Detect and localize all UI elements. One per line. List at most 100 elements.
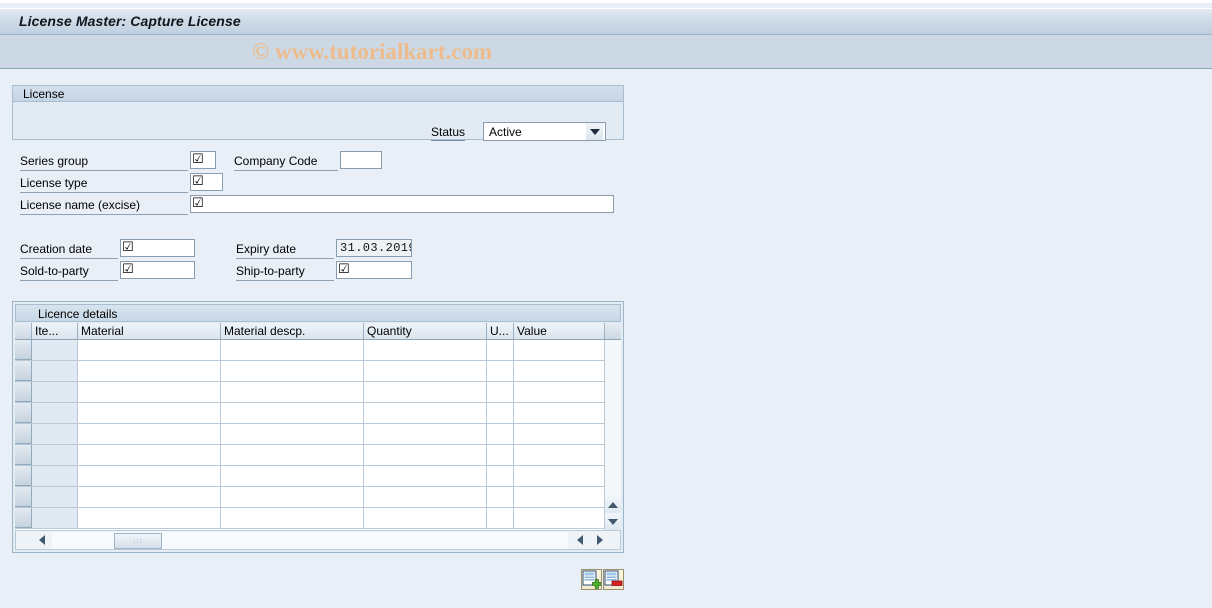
table-cell[interactable] bbox=[221, 424, 364, 444]
triangle-left-icon[interactable] bbox=[34, 532, 50, 548]
table-cell[interactable] bbox=[32, 466, 78, 486]
table-cell[interactable] bbox=[364, 340, 487, 360]
grid-column-header[interactable]: Ite... bbox=[32, 323, 78, 339]
table-cell[interactable] bbox=[32, 487, 78, 507]
ship-to-party-label: Ship-to-party bbox=[236, 263, 334, 281]
table-cell[interactable] bbox=[221, 382, 364, 402]
expiry-date-input[interactable]: 31.03.2019 bbox=[336, 239, 412, 257]
ship-to-party-input[interactable]: ☑ bbox=[336, 261, 412, 279]
table-cell[interactable] bbox=[364, 382, 487, 402]
triangle-left-icon[interactable] bbox=[572, 532, 588, 548]
table-cell[interactable] bbox=[78, 466, 221, 486]
license-name-input[interactable]: ☑ bbox=[190, 195, 614, 213]
table-cell[interactable] bbox=[32, 340, 78, 360]
table-cell[interactable] bbox=[487, 382, 514, 402]
row-selector[interactable] bbox=[15, 466, 32, 486]
sold-to-party-input[interactable]: ☑ bbox=[120, 261, 195, 279]
table-cell[interactable] bbox=[364, 445, 487, 465]
grid-column-header[interactable]: Material bbox=[78, 323, 221, 339]
grid-vertical-scrollbar[interactable] bbox=[604, 340, 621, 530]
hscroll-track[interactable]: ::: bbox=[52, 532, 568, 549]
grid-column-header[interactable]: Quantity bbox=[364, 323, 487, 339]
table-cell[interactable] bbox=[364, 466, 487, 486]
table-cell[interactable] bbox=[32, 382, 78, 402]
company-code-input[interactable] bbox=[340, 151, 382, 169]
table-row[interactable] bbox=[15, 508, 621, 529]
table-cell[interactable] bbox=[221, 487, 364, 507]
series-group-input[interactable]: ☑ bbox=[190, 151, 216, 169]
grip-dots-icon: ::: bbox=[132, 536, 144, 545]
triangle-down-icon[interactable] bbox=[605, 513, 621, 530]
status-label: Status bbox=[431, 125, 466, 141]
hscroll-thumb[interactable]: ::: bbox=[114, 533, 162, 549]
f4-help-icon: ☑ bbox=[192, 196, 204, 211]
table-cell[interactable] bbox=[221, 361, 364, 381]
table-cell[interactable] bbox=[32, 403, 78, 423]
table-cell[interactable] bbox=[487, 445, 514, 465]
table-cell[interactable] bbox=[32, 445, 78, 465]
row-selector[interactable] bbox=[15, 445, 32, 465]
table-cell[interactable] bbox=[364, 424, 487, 444]
row-selector[interactable] bbox=[15, 403, 32, 423]
grid-header-row: Ite... Material Material descp. Quantity U..… bbox=[15, 323, 621, 340]
table-row[interactable] bbox=[15, 382, 621, 403]
creation-date-input[interactable]: ☑ bbox=[120, 239, 195, 257]
row-selector[interactable] bbox=[15, 340, 32, 360]
table-cell[interactable] bbox=[487, 508, 514, 528]
table-cell[interactable] bbox=[78, 403, 221, 423]
row-selector[interactable] bbox=[15, 424, 32, 444]
table-cell[interactable] bbox=[78, 508, 221, 528]
table-cell[interactable] bbox=[487, 361, 514, 381]
grid-horizontal-scrollbar[interactable]: ::: bbox=[15, 530, 621, 550]
delete-row-button[interactable] bbox=[603, 569, 624, 590]
chevron-down-icon[interactable] bbox=[586, 123, 603, 140]
table-cell[interactable] bbox=[221, 445, 364, 465]
table-cell[interactable] bbox=[487, 340, 514, 360]
f4-help-icon: ☑ bbox=[192, 174, 204, 189]
table-cell[interactable] bbox=[78, 340, 221, 360]
grid-column-header[interactable]: Material descp. bbox=[221, 323, 364, 339]
table-cell[interactable] bbox=[78, 445, 221, 465]
table-cell[interactable] bbox=[221, 340, 364, 360]
table-cell[interactable] bbox=[364, 508, 487, 528]
table-cell[interactable] bbox=[78, 487, 221, 507]
table-cell[interactable] bbox=[78, 361, 221, 381]
table-row[interactable] bbox=[15, 424, 621, 445]
row-selector[interactable] bbox=[15, 382, 32, 402]
table-cell[interactable] bbox=[221, 508, 364, 528]
triangle-up-icon[interactable] bbox=[605, 496, 621, 513]
table-cell[interactable] bbox=[221, 403, 364, 423]
table-cell[interactable] bbox=[221, 466, 364, 486]
table-cell[interactable] bbox=[32, 424, 78, 444]
grid-select-all-corner[interactable] bbox=[15, 323, 32, 339]
table-cell[interactable] bbox=[364, 361, 487, 381]
table-cell[interactable] bbox=[364, 487, 487, 507]
table-row[interactable] bbox=[15, 361, 621, 382]
status-dropdown[interactable]: Active bbox=[483, 122, 606, 141]
licence-details-grid: Ite... Material Material descp. Quantity U..… bbox=[15, 323, 621, 530]
table-cell[interactable] bbox=[78, 382, 221, 402]
insert-row-button[interactable] bbox=[581, 569, 602, 590]
table-row[interactable] bbox=[15, 466, 621, 487]
creation-date-label: Creation date bbox=[20, 241, 118, 259]
f4-help-icon: ☑ bbox=[122, 240, 134, 255]
table-cell[interactable] bbox=[487, 403, 514, 423]
row-selector[interactable] bbox=[15, 487, 32, 507]
table-cell[interactable] bbox=[487, 424, 514, 444]
grid-column-header[interactable]: U... bbox=[487, 323, 514, 339]
table-cell[interactable] bbox=[78, 424, 221, 444]
table-row[interactable] bbox=[15, 487, 621, 508]
row-selector[interactable] bbox=[15, 361, 32, 381]
table-cell[interactable] bbox=[364, 403, 487, 423]
table-row[interactable] bbox=[15, 445, 621, 466]
row-selector[interactable] bbox=[15, 508, 32, 528]
triangle-right-icon[interactable] bbox=[592, 532, 608, 548]
f4-help-icon: ☑ bbox=[192, 152, 204, 167]
table-cell[interactable] bbox=[32, 508, 78, 528]
table-cell[interactable] bbox=[487, 487, 514, 507]
table-row[interactable] bbox=[15, 403, 621, 424]
license-type-input[interactable]: ☑ bbox=[190, 173, 223, 191]
table-row[interactable] bbox=[15, 340, 621, 361]
table-cell[interactable] bbox=[487, 466, 514, 486]
table-cell[interactable] bbox=[32, 361, 78, 381]
